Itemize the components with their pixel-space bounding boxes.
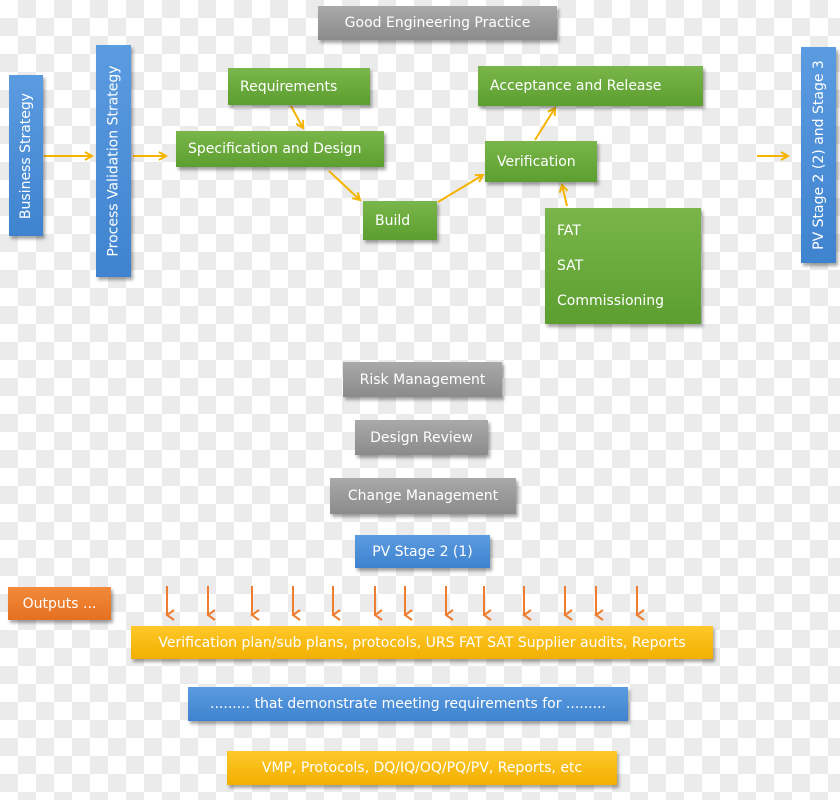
arrow-build-to-verification	[437, 175, 483, 203]
build-box: Build	[363, 201, 437, 240]
process-validation-strategy-bar: Process Validation Strategy	[96, 45, 131, 277]
specification-design-label: Specification and Design	[188, 141, 362, 157]
outputs-label: Outputs ...	[22, 595, 97, 612]
documents-box: VMP, Protocols, DQ/IQ/OQ/PQ/PV, Reports,…	[227, 751, 617, 785]
arrow-specification-to-build	[328, 170, 360, 200]
deliverables-label: Verification plan/sub plans, protocols, …	[158, 634, 686, 651]
pv-stage-2-1-box: PV Stage 2 (1)	[355, 535, 490, 568]
verification-label: Verification	[497, 153, 576, 170]
good-engineering-practice-header: Good Engineering Practice	[318, 6, 557, 40]
specification-design-box: Specification and Design	[176, 131, 384, 167]
output-arrows	[165, 586, 645, 621]
acceptance-release-box: Acceptance and Release	[478, 66, 703, 106]
testing-item-sat: SAT	[557, 257, 584, 274]
requirements-box: Requirements	[228, 68, 370, 105]
testing-box: FAT SAT Commissioning	[545, 208, 701, 324]
change-management-label: Change Management	[347, 488, 499, 504]
arrow-verification-to-acceptance	[534, 108, 555, 141]
pv-stage-2-1-label: PV Stage 2 (1)	[372, 543, 473, 560]
arrow-requirements-to-specification	[290, 105, 303, 128]
demonstrate-box: ......... that demonstrate meeting requi…	[188, 687, 628, 721]
documents-label: VMP, Protocols, DQ/IQ/OQ/PQ/PV, Reports,…	[261, 760, 583, 776]
demonstrate-label: ......... that demonstrate meeting requi…	[210, 696, 606, 712]
business-strategy-label: Business Strategy	[18, 92, 35, 219]
header-title: Good Engineering Practice	[344, 15, 531, 31]
business-strategy-bar: Business Strategy	[9, 75, 43, 236]
verification-box: Verification	[485, 141, 597, 182]
build-label: Build	[375, 212, 411, 229]
pv-stage-2-3-bar: PV Stage 2 (2) and Stage 3	[801, 47, 836, 263]
risk-management-label: Risk Management	[359, 371, 486, 388]
pv-stage-2-3-label: PV Stage 2 (2) and Stage 3	[810, 60, 827, 250]
arrow-testing-to-verification	[562, 185, 567, 207]
process-validation-strategy-label: Process Validation Strategy	[105, 65, 122, 257]
requirements-label: Requirements	[240, 78, 338, 95]
testing-item-fat: FAT	[557, 223, 581, 240]
change-management-box: Change Management	[330, 478, 516, 514]
acceptance-release-label: Acceptance and Release	[490, 78, 662, 94]
risk-management-box: Risk Management	[343, 362, 502, 397]
design-review-box: Design Review	[355, 420, 488, 455]
outputs-box: Outputs ...	[8, 587, 111, 620]
testing-item-commissioning: Commissioning	[557, 292, 665, 309]
design-review-label: Design Review	[370, 429, 473, 446]
deliverables-box: Verification plan/sub plans, protocols, …	[131, 626, 713, 659]
